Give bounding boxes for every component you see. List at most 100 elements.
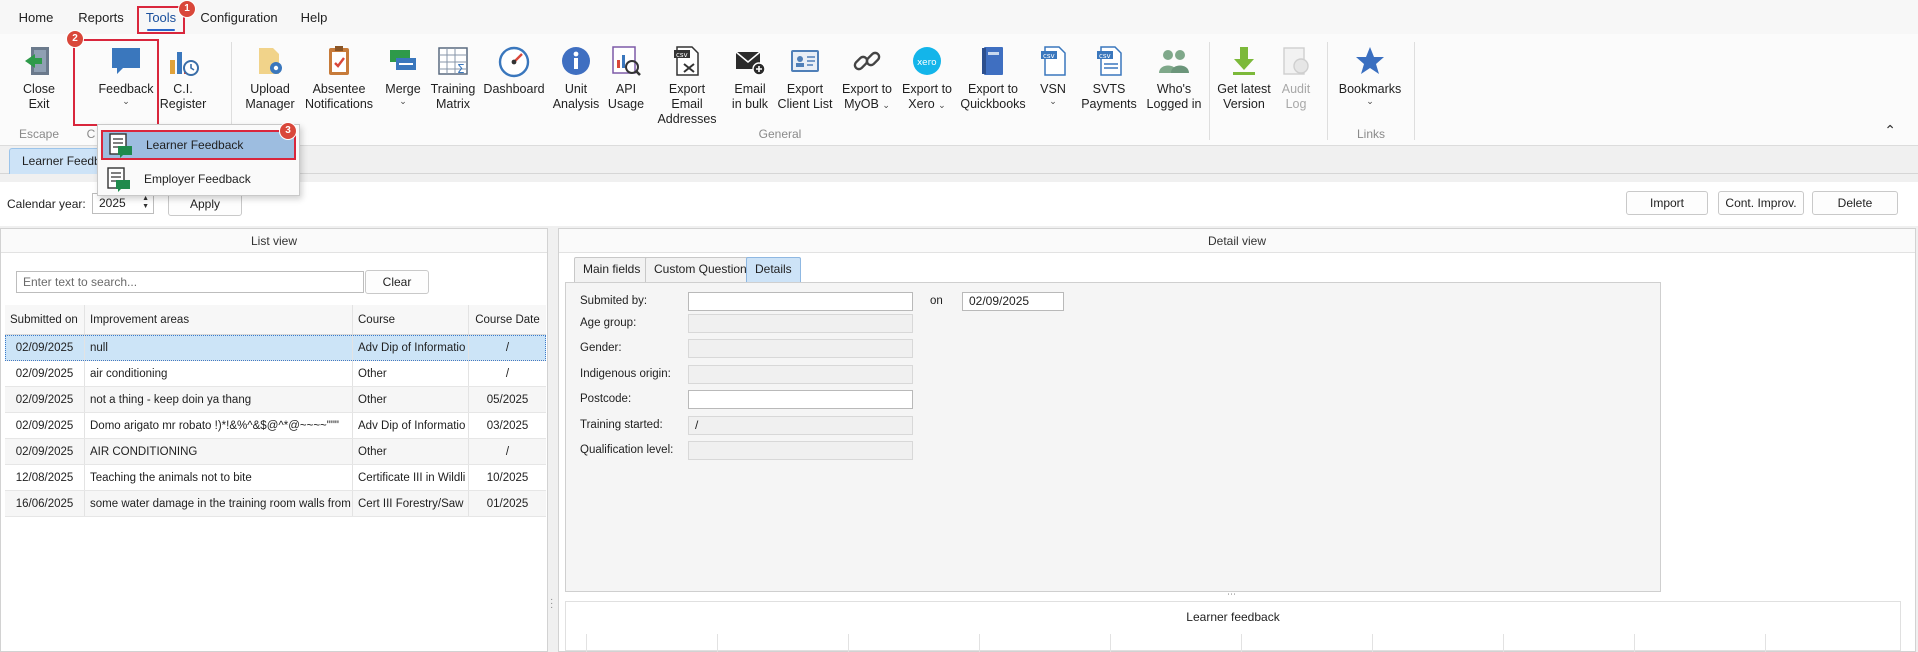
table-row[interactable]: 02/09/2025 Domo arigato mr robato !)*!&%… xyxy=(5,413,546,439)
clipboard-check-icon xyxy=(321,44,357,78)
envelope-plus-icon xyxy=(732,44,768,78)
star-icon xyxy=(1352,44,1388,78)
gender-field[interactable] xyxy=(688,339,913,358)
export-email-addresses-button[interactable]: csv Export Email Addresses xyxy=(652,44,722,130)
employer-feedback-icon xyxy=(107,167,130,192)
export-to-myob-button[interactable]: Export to MyOB ⌄ xyxy=(840,44,894,130)
spin-arrows-icon[interactable]: ▲ ▼ xyxy=(142,195,149,211)
xero-label: Xero ⌄ xyxy=(908,97,946,111)
export-to-quickbooks-button[interactable]: Export to Quickbooks xyxy=(960,44,1026,130)
menu-reports[interactable]: Reports xyxy=(72,8,130,28)
training-started-label: Training started: xyxy=(580,419,663,431)
menu-help[interactable]: Help xyxy=(294,8,334,28)
vsn-button[interactable]: csv VSN ⌄ xyxy=(1034,44,1072,130)
qualification-level-field[interactable] xyxy=(688,441,913,460)
qualification-level-label: Qualification level: xyxy=(580,444,674,456)
table-row[interactable]: 12/08/2025 Teaching the animals not to b… xyxy=(5,465,546,491)
export-client-list-button[interactable]: Export Client List xyxy=(776,44,834,130)
menu-item-learner-feedback[interactable]: Learner Feedback xyxy=(101,130,296,160)
merge-button[interactable]: Merge ⌄ xyxy=(382,44,424,130)
cell-submitted: 02/09/2025 xyxy=(5,413,85,438)
submitted-by-field[interactable] xyxy=(688,292,913,311)
ribbon-collapse-icon[interactable]: ⌃ xyxy=(1884,122,1896,139)
upload-manager-button[interactable]: Upload Manager xyxy=(244,44,296,130)
calendar-year-stepper[interactable]: 2025 ▲ ▼ xyxy=(92,193,154,214)
cell-course-date: / xyxy=(505,446,510,458)
svts-payments-button[interactable]: csv SVTS Payments xyxy=(1080,44,1138,130)
column-header-improvement[interactable]: Improvement areas xyxy=(85,305,353,334)
export-email-label: Export Email xyxy=(668,82,706,111)
table-row[interactable]: 02/09/2025 air conditioning Other / xyxy=(5,361,546,387)
csv-file-icon: csv xyxy=(1035,44,1071,78)
column-header-course-date[interactable]: Course Date xyxy=(469,305,546,334)
ci-register-button[interactable]: C.I. Register xyxy=(160,44,206,130)
chevron-down-icon: ⌄ xyxy=(938,100,946,110)
tab-details[interactable]: Details xyxy=(746,257,801,282)
bookmarks-label: Bookmarks xyxy=(1338,82,1402,96)
cell-submitted: 02/09/2025 xyxy=(5,439,85,464)
feedback-grid: Submitted on Improvement areas Course Co… xyxy=(5,305,546,517)
group-label-links: Links xyxy=(1356,127,1385,141)
group-label-general: General xyxy=(758,127,802,141)
dashboard-button[interactable]: Dashboard xyxy=(482,44,546,130)
get-latest-version-button[interactable]: Get latest Version xyxy=(1216,44,1272,130)
client-list-label: Client List xyxy=(777,97,833,111)
submitted-date-field[interactable]: 02/09/2025 xyxy=(962,292,1064,311)
cell-improvement: AIR CONDITIONING xyxy=(85,439,353,464)
tab-custom-questions[interactable]: Custom Questions xyxy=(645,257,762,282)
chart-gridlines xyxy=(586,634,1880,652)
delete-button[interactable]: Delete xyxy=(1812,191,1898,215)
vertical-splitter[interactable]: · · · xyxy=(548,228,557,652)
svg-text:Σ: Σ xyxy=(457,62,465,76)
training-started-field[interactable]: / xyxy=(688,416,913,435)
menu-home[interactable]: Home xyxy=(12,8,60,28)
cell-submitted: 02/09/2025 xyxy=(5,335,85,360)
column-header-submitted[interactable]: Submitted on xyxy=(5,305,85,334)
cell-course-date: 05/2025 xyxy=(486,394,529,406)
calendar-year-label: Calendar year: xyxy=(7,197,86,211)
on-label: on xyxy=(930,295,943,307)
import-button[interactable]: Import xyxy=(1626,191,1708,215)
table-row[interactable]: 02/09/2025 null Adv Dip of Informatio / xyxy=(5,335,546,361)
learner-feedback-chart: Learner feedback xyxy=(565,601,1901,652)
whos-logged-in-button[interactable]: Who's Logged in xyxy=(1144,44,1204,130)
table-row[interactable]: 16/06/2025 some water damage in the trai… xyxy=(5,491,546,517)
bookmarks-button[interactable]: Bookmarks ⌄ xyxy=(1336,44,1404,130)
cell-improvement: air conditioning xyxy=(85,361,353,386)
email-in-bulk-button[interactable]: Email in bulk xyxy=(728,44,772,130)
splitter-grip-icon: · · · xyxy=(550,594,554,613)
cell-submitted: 12/08/2025 xyxy=(5,465,85,490)
horizontal-splitter-grip-icon[interactable]: ⋯ xyxy=(1227,589,1236,600)
unit-analysis-button[interactable]: Unit Analysis xyxy=(550,44,602,130)
cell-course-date: 01/2025 xyxy=(486,498,529,510)
training-matrix-button[interactable]: Σ Training Matrix xyxy=(428,44,478,130)
search-input[interactable]: Enter text to search... xyxy=(16,271,364,293)
menu-item-employer-feedback[interactable]: Employer Feedback xyxy=(101,164,296,194)
age-group-field[interactable] xyxy=(688,314,913,333)
api-label: API xyxy=(615,82,637,96)
gender-label: Gender: xyxy=(580,342,622,354)
cell-course-date: / xyxy=(505,368,510,380)
table-row[interactable]: 02/09/2025 not a thing - keep doin ya th… xyxy=(5,387,546,413)
table-row[interactable]: 02/09/2025 AIR CONDITIONING Other / xyxy=(5,439,546,465)
export-to-xero-button[interactable]: xero Export to Xero ⌄ xyxy=(900,44,954,130)
menu-configuration[interactable]: Configuration xyxy=(196,8,282,28)
tab-main-fields[interactable]: Main fields xyxy=(574,257,650,282)
calendar-year-value: 2025 xyxy=(99,196,126,210)
absentee-notifications-button[interactable]: Absentee Notifications xyxy=(303,44,375,130)
audit-log-button[interactable]: Audit Log xyxy=(1276,44,1316,130)
cell-course: Other xyxy=(353,361,469,386)
clear-button[interactable]: Clear xyxy=(365,270,429,294)
myob-label: MyOB ⌄ xyxy=(844,97,890,111)
column-header-course[interactable]: Course xyxy=(353,305,469,334)
xero-icon-text: xero xyxy=(917,58,937,68)
close-exit-button[interactable]: Close Exit xyxy=(16,44,62,130)
gauge-icon xyxy=(496,44,532,78)
indigenous-origin-field[interactable] xyxy=(688,365,913,384)
postcode-field[interactable] xyxy=(688,390,913,409)
cell-course-date: 03/2025 xyxy=(486,420,529,432)
xero-logo-icon: xero xyxy=(909,44,945,78)
vsn-csv-text: csv xyxy=(1043,52,1055,60)
cont-improv-button[interactable]: Cont. Improv. xyxy=(1718,191,1804,215)
api-usage-button[interactable]: API Usage xyxy=(606,44,646,130)
